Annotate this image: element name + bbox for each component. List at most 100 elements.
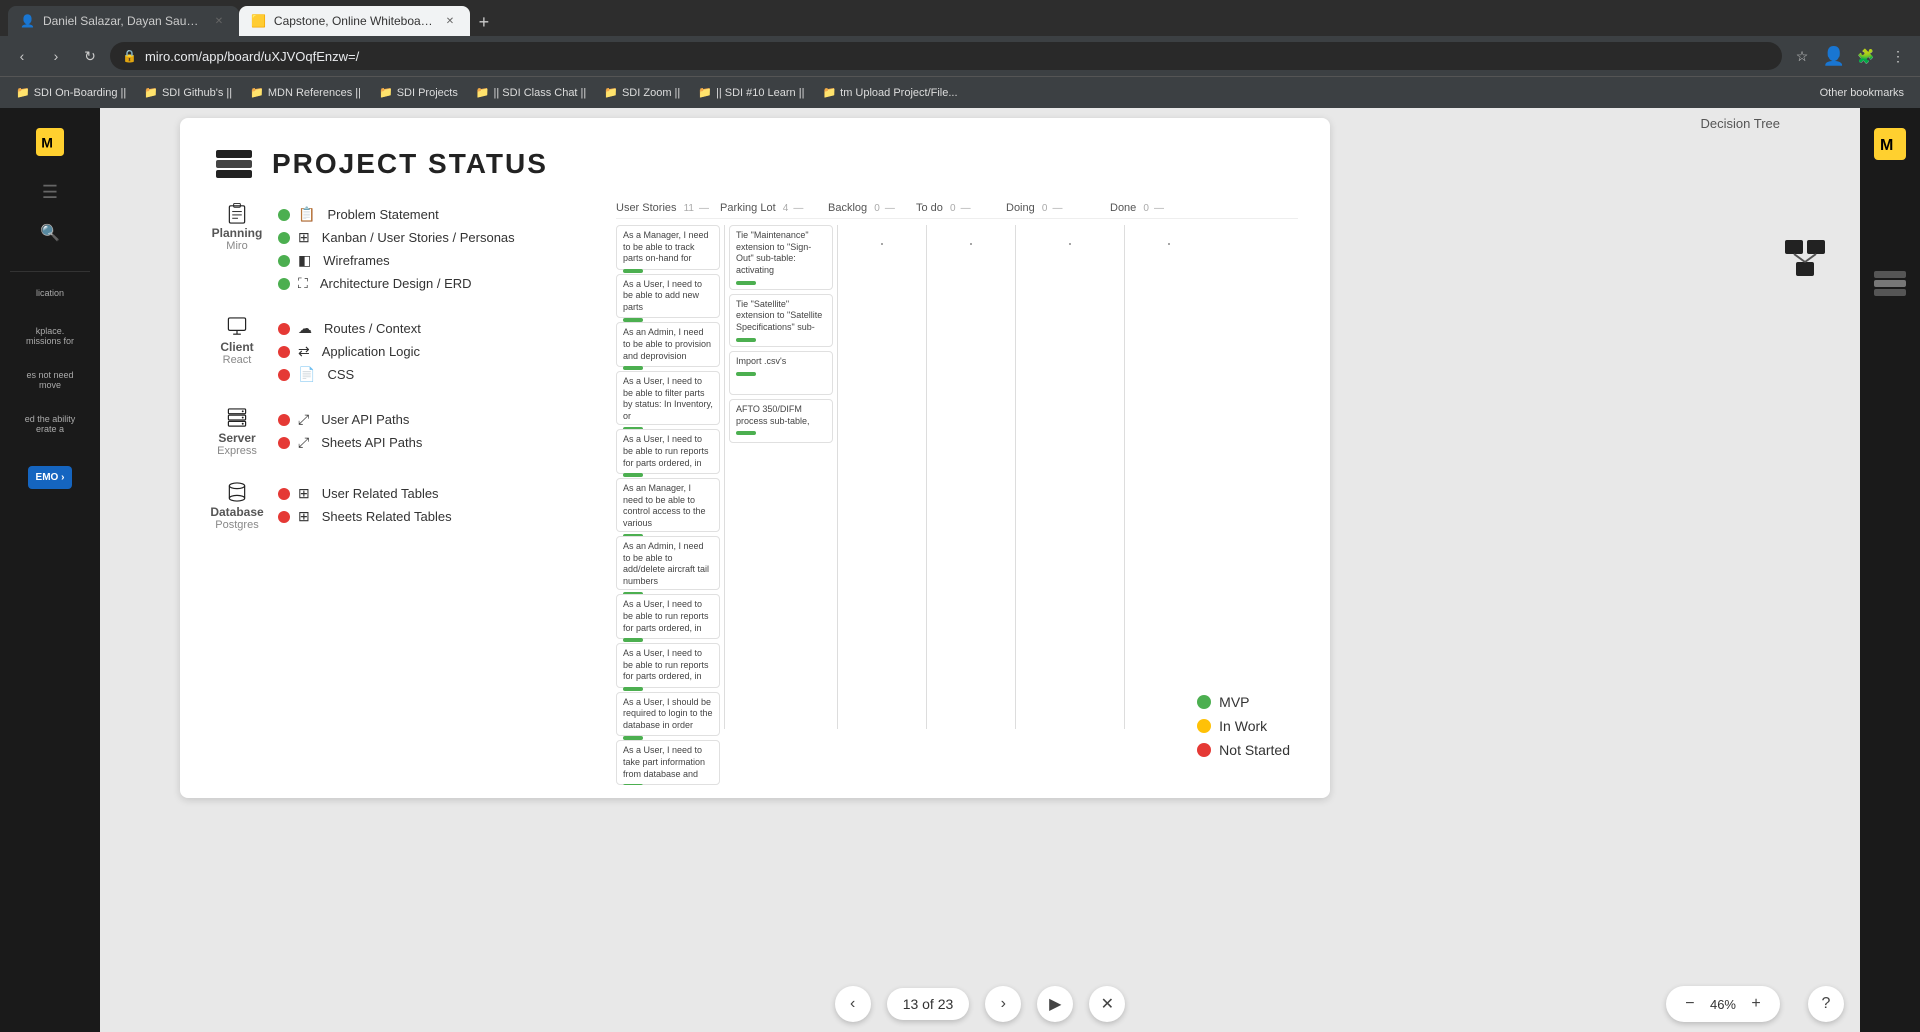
kanban-card: As a User, I need to take part informati… [616, 740, 720, 785]
zoom-plus-button[interactable]: + [1744, 992, 1768, 1016]
col-backlog: · [842, 225, 922, 785]
col-todo-count: 0 [950, 203, 956, 214]
next-button[interactable]: › [985, 986, 1021, 1022]
col-pl-count: 4 [783, 203, 789, 214]
tab-1[interactable]: 👤 Daniel Salazar, Dayan Sauerbron... ✕ [8, 6, 239, 36]
col-doing-label: Doing [1006, 202, 1035, 214]
ps-kanban: User Stories 11 — Parking Lot 4 — Backlo… [616, 202, 1298, 785]
bookmark-upload[interactable]: 📁 tm Upload Project/File... [814, 81, 965, 105]
ps-body: Planning Miro 📋 Problem Statement [180, 202, 1330, 785]
bookmark-class-chat[interactable]: 📁 || SDI Class Chat || [468, 81, 594, 105]
dot-red [278, 346, 290, 358]
col-header-done: Done 0 — [1110, 202, 1190, 214]
address-bar[interactable]: 🔒 miro.com/app/board/uXJVOqfEnzw=/ [110, 42, 1782, 70]
bookmark-sdi-learn[interactable]: 📁 || SDI #10 Learn || [690, 81, 812, 105]
col-header-pl: Parking Lot 4 — [720, 202, 828, 214]
other-bookmarks[interactable]: Other bookmarks [1812, 81, 1912, 105]
layers-icon: ◧ [298, 252, 311, 269]
ps-sections: Planning Miro 📋 Problem Statement [212, 202, 592, 785]
sidebar-icon-2[interactable]: 🔍 [40, 223, 60, 243]
col-bl-count: 0 [874, 203, 880, 214]
col-user-stories: As a Manager, I need to be able to track… [616, 225, 720, 785]
bookmark-icon: 📁 [476, 86, 490, 99]
ps-header: PROJECT STATUS [180, 118, 1330, 202]
bookmark-sdi-onboarding[interactable]: 📁 SDI On-Boarding || [8, 81, 134, 105]
section-planning: Planning Miro 📋 Problem Statement [212, 202, 592, 292]
profile-icon[interactable]: 👤 [1820, 42, 1848, 70]
bookmark-sdi-github[interactable]: 📁 SDI Github's || [136, 81, 240, 105]
planning-sublabel: Miro [226, 240, 247, 252]
play-button[interactable]: ▶ [1037, 986, 1073, 1022]
item-text: Architecture Design / ERD [320, 276, 472, 291]
backlog-empty: · [842, 225, 922, 254]
card-text: Tie "Satellite" extension to "Satellite … [736, 299, 822, 332]
card-tag-green [623, 366, 643, 370]
tab-2[interactable]: 🟨 Capstone, Online Whiteboard fo... ✕ [239, 6, 470, 36]
col-todo: · [931, 225, 1011, 785]
card-text: As a User, I need to be able to run repo… [623, 648, 709, 681]
col-separator-2 [837, 225, 838, 729]
col-header-doing: Doing 0 — [1006, 202, 1110, 214]
sidebar-icon-1[interactable]: ☰ [42, 182, 58, 203]
more-menu[interactable]: ⋮ [1884, 42, 1912, 70]
card-text: Import .csv's [736, 356, 786, 366]
tab2-close[interactable]: ✕ [442, 13, 458, 29]
prev-button[interactable]: ‹ [835, 986, 871, 1022]
bookmark-star[interactable]: ☆ [1788, 42, 1816, 70]
legend-dot-notstarted [1197, 743, 1211, 757]
extensions-icon[interactable]: 🧩 [1852, 42, 1880, 70]
card-tag-green [623, 784, 643, 785]
bookmark-label: SDI Github's || [162, 87, 232, 99]
zoom-level: 46% [1706, 997, 1740, 1012]
section-client: Client React ☁ Routes / Context ⇄ [212, 316, 592, 383]
zoom-minus-button[interactable]: − [1678, 992, 1702, 1016]
kanban-card: As a User, I need to be able to add new … [616, 274, 720, 319]
dot-green [278, 255, 290, 267]
canvas-area[interactable]: Project Status Decision Tree [100, 108, 1860, 1032]
bookmark-label: SDI Zoom || [622, 87, 680, 99]
back-button[interactable]: ‹ [8, 42, 36, 70]
card-text: AFTO 350/DIFM process sub-table, [736, 404, 810, 426]
client-label: Client [220, 340, 253, 354]
left-text-4: ed the abilityerate a [21, 414, 80, 434]
kanban-card: Tie "Satellite" extension to "Satellite … [729, 294, 833, 347]
planning-items: 📋 Problem Statement ⊞ Kanban / User Stor… [278, 202, 515, 292]
col-separator-5 [1124, 225, 1125, 729]
bookmark-label: || SDI #10 Learn || [716, 87, 804, 99]
dot-red [278, 323, 290, 335]
legend-label-mvp: MVP [1219, 694, 1249, 710]
card-text: As a Manager, I need to be able to track… [623, 230, 709, 263]
demo-button[interactable]: EMO › [28, 466, 73, 489]
item-text: CSS [327, 367, 354, 382]
new-tab-button[interactable]: + [470, 8, 498, 36]
legend-notstarted: Not Started [1197, 742, 1290, 758]
item-text: Kanban / User Stories / Personas [322, 230, 515, 245]
kanban-card: As a User, I need to be able to filter p… [616, 371, 720, 425]
bookmark-mdn[interactable]: 📁 MDN References || [242, 81, 369, 105]
kanban-card: As a User, I need to be able to run repo… [616, 429, 720, 474]
col-separator-1 [724, 225, 725, 729]
col-parking-lot: Tie "Maintenance" extension to "Sign-Out… [729, 225, 833, 785]
left-text-3: es not needmove [22, 370, 77, 390]
server-icon: Server Express [212, 407, 262, 457]
kanban-card: As an Admin, I need to be able to provis… [616, 322, 720, 367]
reload-button[interactable]: ↻ [76, 42, 104, 70]
item-user-api: ⤢ User API Paths [278, 411, 422, 428]
help-button[interactable]: ? [1808, 986, 1844, 1022]
forward-button[interactable]: › [42, 42, 70, 70]
tab1-close[interactable]: ✕ [211, 13, 227, 29]
css-icon: 📄 [298, 366, 315, 383]
bookmark-sdi-projects[interactable]: 📁 SDI Projects [371, 81, 466, 105]
item-text: Wireframes [323, 253, 389, 268]
bookmark-icon: 📁 [604, 86, 618, 99]
page-text: 13 of 23 [903, 996, 954, 1012]
item-architecture: ⛶ Architecture Design / ERD [278, 275, 515, 292]
card-tag-green [736, 338, 756, 342]
tab1-title: Daniel Salazar, Dayan Sauerbron... [43, 14, 203, 28]
nav-icons: ☆ 👤 🧩 ⋮ [1788, 42, 1912, 70]
close-button[interactable]: ✕ [1089, 986, 1125, 1022]
content-area: M ☰ 🔍 lication kplace.missions for es no… [0, 108, 1920, 1032]
bookmark-icon: 📁 [250, 86, 264, 99]
kanban-card: As an Manager, I need to be able to cont… [616, 478, 720, 532]
bookmark-sdi-zoom[interactable]: 📁 SDI Zoom || [596, 81, 688, 105]
